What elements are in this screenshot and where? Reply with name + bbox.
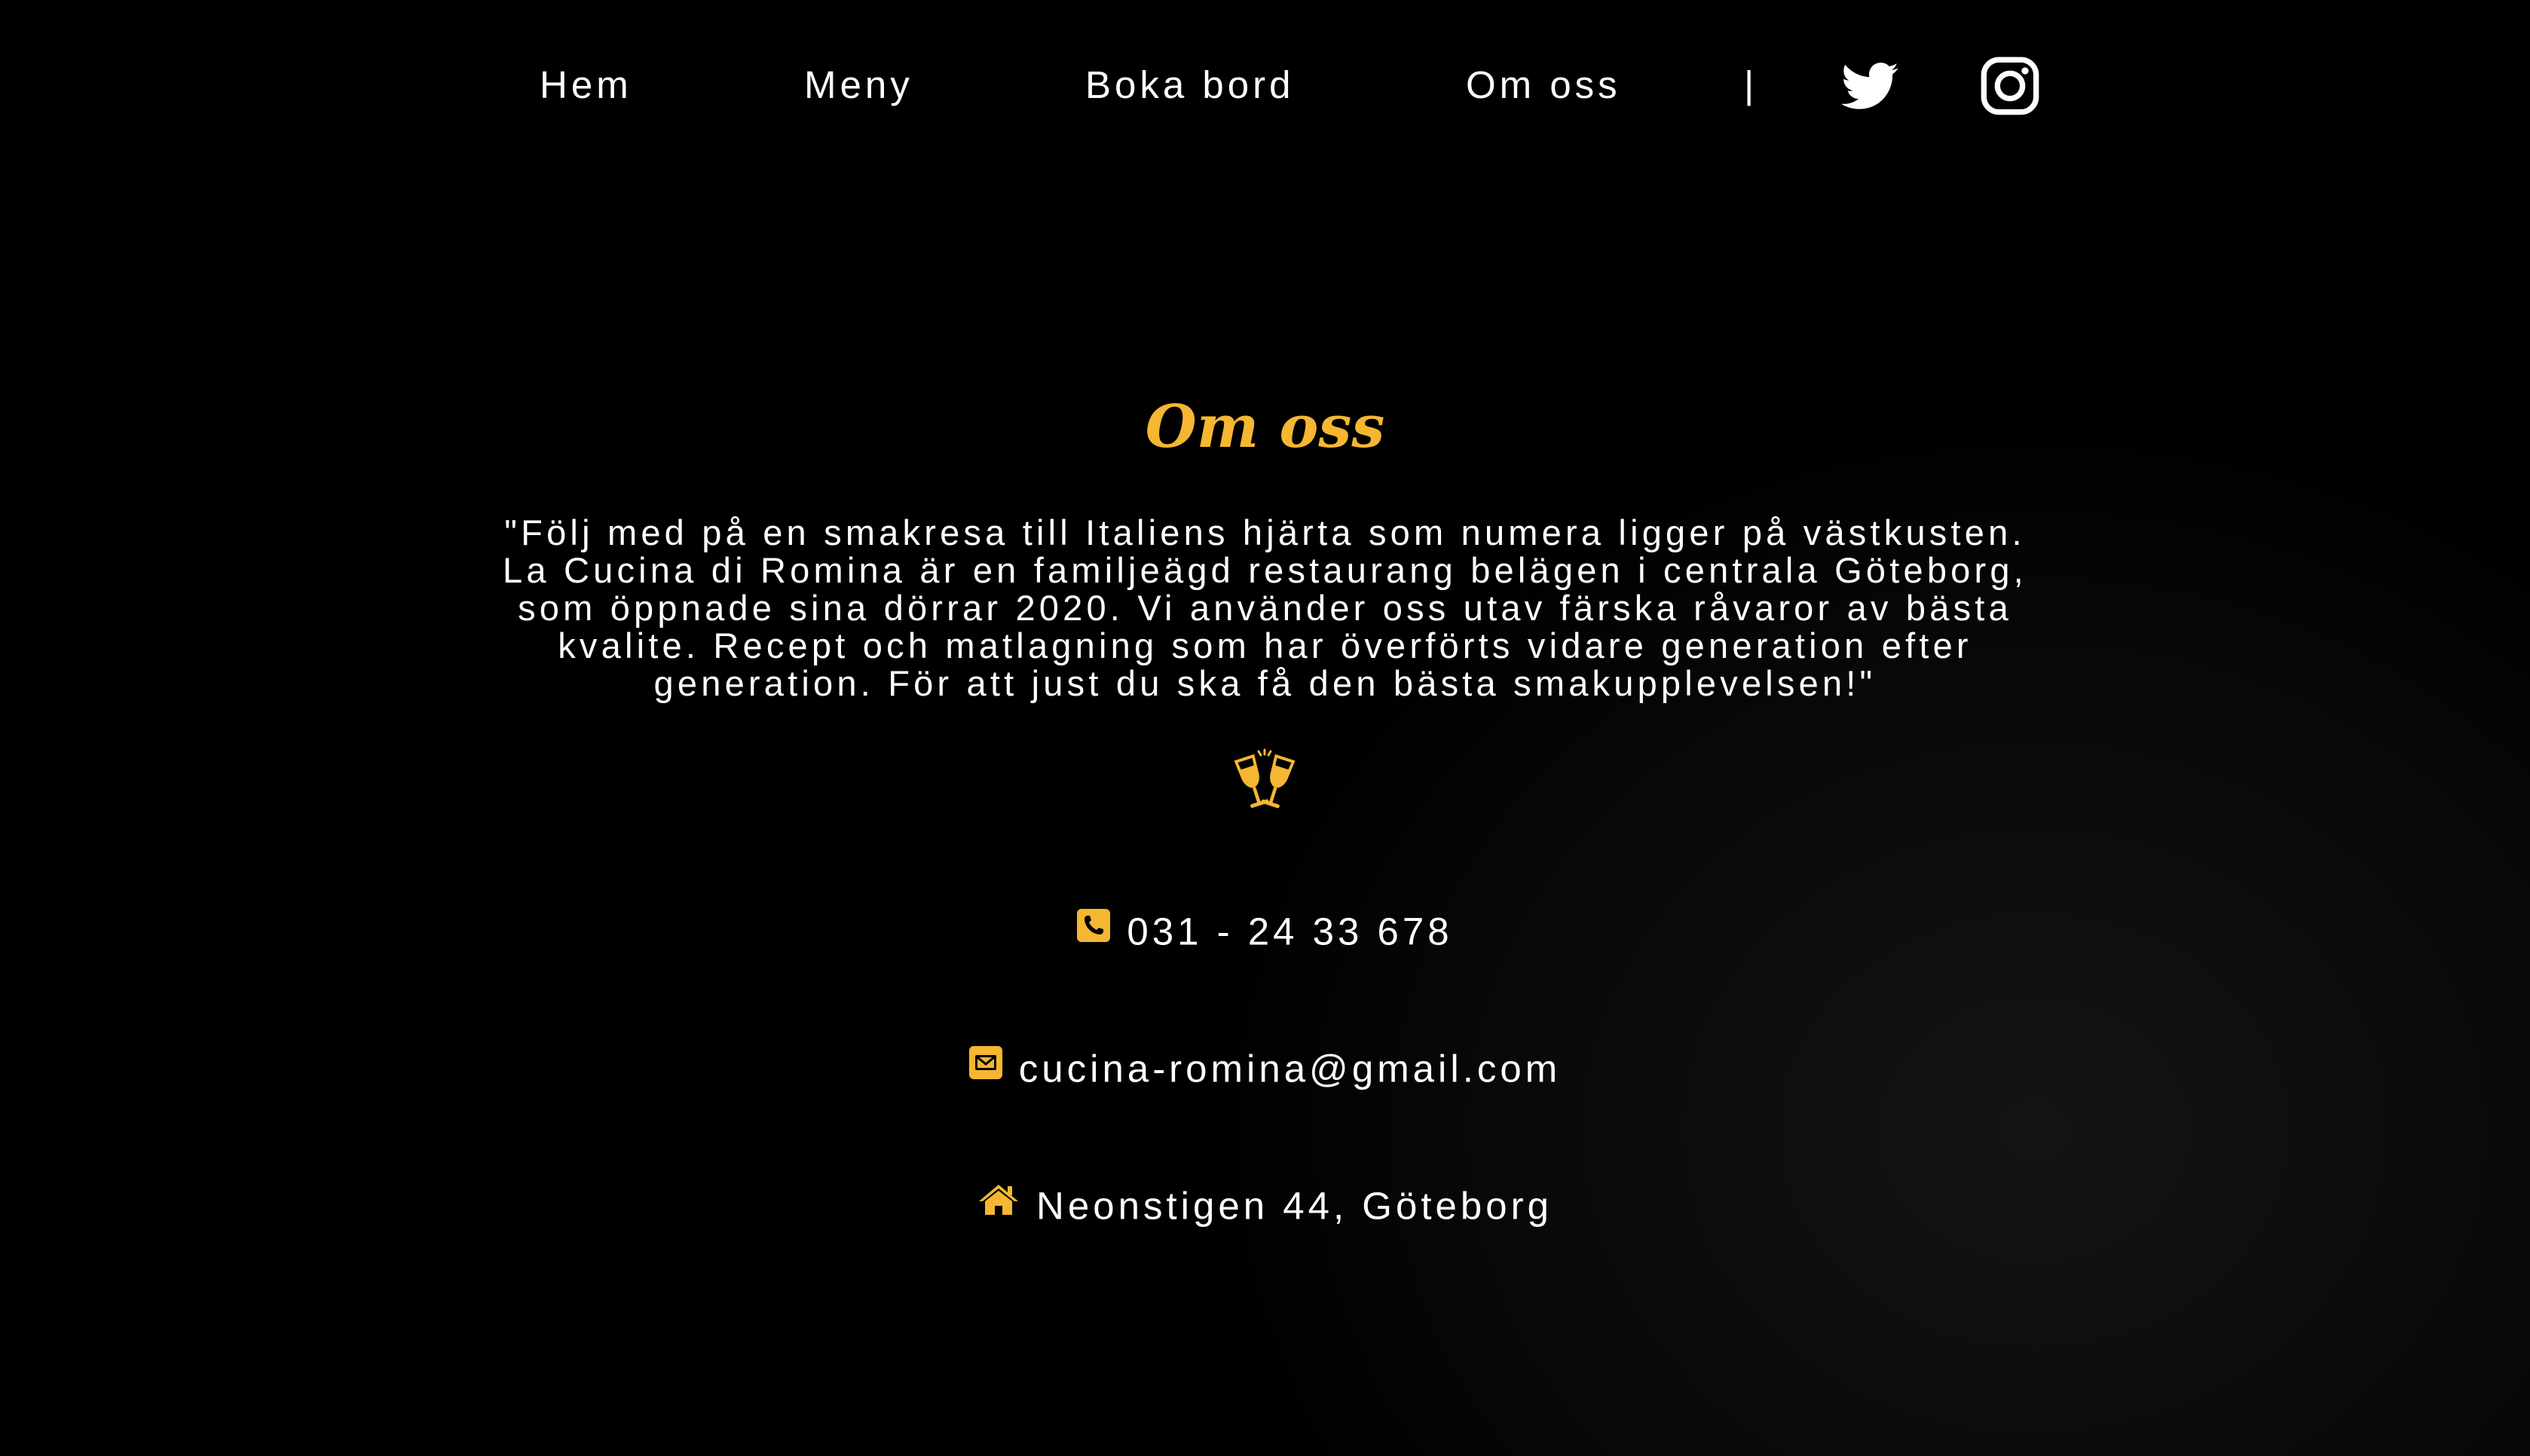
about-section: Om oss "Följ med på en smakresa till Ita… <box>0 0 2530 1456</box>
email-address[interactable]: cucina-romina@gmail.com <box>1019 1048 1561 1090</box>
intro-line: "Följ med på en smakresa till Italiens h… <box>504 512 2026 552</box>
contact-phone: 031 - 24 33 678 <box>0 904 2530 957</box>
contact-address: Neonstigen 44, Göteborg <box>0 1179 2530 1231</box>
twitter-icon[interactable] <box>1839 56 1899 116</box>
intro-line: La Cucina di Romina är en familjeägd res… <box>503 550 2027 590</box>
contact-email: cucina-romina@gmail.com <box>0 1042 2530 1094</box>
phone-number[interactable]: 031 - 24 33 678 <box>1127 910 1452 953</box>
instagram-icon[interactable] <box>1980 56 2040 116</box>
page-title: Om oss <box>1145 393 1385 461</box>
nav-link-hem[interactable]: Hem <box>540 60 632 110</box>
intro-line: generation. För att just du ska få den b… <box>653 663 1877 703</box>
intro-line: som öppnade sina dörrar 2020. Vi använde… <box>518 588 2012 628</box>
home-icon <box>977 1179 1020 1228</box>
intro-line: kvalite. Recept och matlagning som har ö… <box>558 626 1972 665</box>
phone-icon <box>1077 904 1111 954</box>
glasses-cheers-icon <box>1225 748 1304 816</box>
nav-link-boka-bord[interactable]: Boka bord <box>1085 60 1295 110</box>
envelope-icon <box>968 1042 1002 1091</box>
street-address: Neonstigen 44, Göteborg <box>1036 1184 1553 1228</box>
nav-separator: | <box>1744 63 1754 106</box>
nav-link-meny[interactable]: Meny <box>804 60 913 110</box>
intro-text: "Följ med på en smakresa till Italiens h… <box>482 514 2048 702</box>
top-navigation: Hem Meny Boka bord Om oss | <box>0 0 2530 173</box>
nav-link-om-oss[interactable]: Om oss <box>1466 60 1621 110</box>
